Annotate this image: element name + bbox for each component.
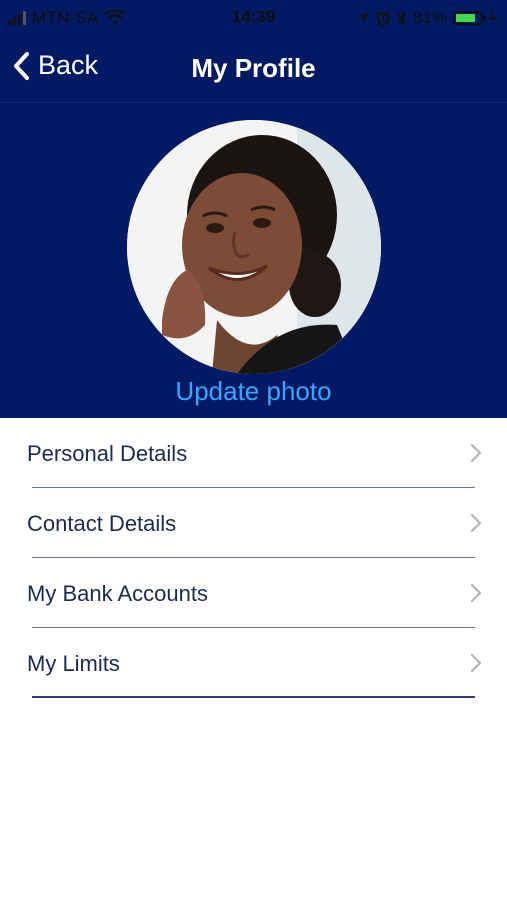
menu-item-label: Personal Details — [27, 441, 188, 466]
status-bar: MTN-SA 14:39 81% — [0, 0, 507, 36]
menu-item-my-limits[interactable]: My Limits — [0, 628, 507, 698]
avatar-image — [127, 120, 381, 374]
bluetooth-icon — [397, 10, 407, 26]
navigation-bar: Back My Profile — [0, 36, 507, 103]
alarm-icon — [376, 11, 390, 26]
battery-percent: 81% — [412, 8, 447, 27]
menu-item-label: Contact Details — [27, 511, 177, 536]
menu-item-label: My Bank Accounts — [27, 581, 208, 606]
menu-item-my-bank-accounts[interactable]: My Bank Accounts — [0, 558, 507, 628]
profile-header: Update photo — [0, 103, 507, 418]
chevron-right-icon — [470, 653, 482, 673]
menu-item-label: My Limits — [27, 651, 120, 676]
location-icon — [357, 12, 368, 24]
profile-menu: Personal Details Contact Details My Bank… — [0, 418, 507, 698]
update-photo-link[interactable]: Update photo — [0, 376, 507, 407]
status-right: 81% — [357, 8, 497, 28]
chevron-right-icon — [470, 443, 482, 463]
profile-photo[interactable] — [127, 120, 381, 374]
page-title: My Profile — [191, 53, 316, 83]
menu-item-contact-details[interactable]: Contact Details — [0, 488, 507, 558]
battery-icon — [453, 11, 486, 25]
charging-icon — [489, 11, 497, 25]
divider — [32, 696, 475, 698]
profile-screen: MTN-SA 14:39 81% Back My Profile Update … — [0, 0, 507, 900]
battery-level — [456, 14, 476, 22]
chevron-right-icon — [470, 513, 482, 533]
menu-item-personal-details[interactable]: Personal Details — [0, 418, 507, 488]
chevron-right-icon — [470, 583, 482, 603]
